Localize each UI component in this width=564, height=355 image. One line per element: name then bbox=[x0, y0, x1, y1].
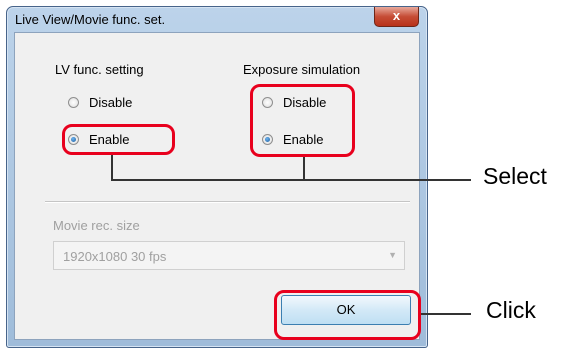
chevron-down-icon: ▼ bbox=[388, 250, 397, 260]
close-icon: x bbox=[392, 8, 401, 23]
exposure-simulation-label: Exposure simulation bbox=[243, 62, 361, 77]
movie-rec-size-label: Movie rec. size bbox=[53, 218, 140, 233]
connector-line bbox=[111, 179, 471, 181]
connector-line bbox=[303, 157, 305, 181]
highlight-lv-enable bbox=[62, 124, 175, 155]
radio-icon[interactable] bbox=[68, 97, 79, 108]
select-callout: Select bbox=[483, 163, 547, 189]
group-separator bbox=[45, 201, 410, 203]
lv-disable-option[interactable]: Disable bbox=[68, 95, 132, 110]
highlight-ok-button bbox=[274, 290, 421, 340]
connector-line bbox=[421, 313, 471, 315]
lv-disable-label: Disable bbox=[89, 95, 133, 110]
click-callout: Click bbox=[486, 297, 536, 323]
connector-line bbox=[111, 155, 113, 181]
title-bar[interactable]: Live View/Movie func. set. x bbox=[7, 7, 427, 31]
movie-rec-size-select: 1920x1080 30 fps ▼ bbox=[53, 241, 405, 270]
close-button[interactable]: x bbox=[374, 7, 419, 27]
window-title: Live View/Movie func. set. bbox=[15, 12, 166, 27]
lv-func-setting-label: LV func. setting bbox=[55, 62, 144, 77]
highlight-exposure-options bbox=[250, 84, 355, 157]
movie-rec-size-value: 1920x1080 30 fps bbox=[63, 249, 167, 264]
